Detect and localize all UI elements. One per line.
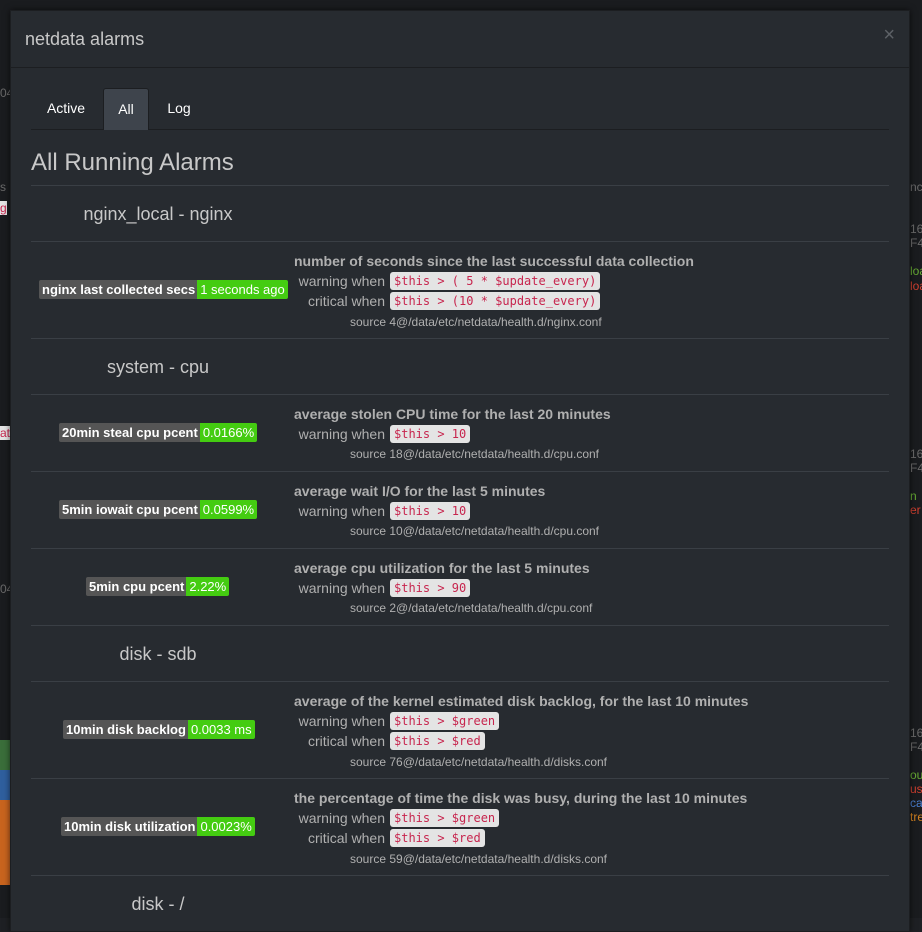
bg-fragment: er <box>910 503 921 517</box>
bg-fragment: s <box>0 180 6 194</box>
bg-fragment: nc <box>910 180 922 194</box>
badge-value: 0.0023% <box>197 817 255 836</box>
alarm-description: the percentage of time the disk was busy… <box>294 790 748 806</box>
tab-all[interactable]: All <box>103 88 149 130</box>
alarm-source: source 76@/data/etc/netdata/health.d/dis… <box>350 755 608 769</box>
divider <box>31 548 889 549</box>
divider <box>31 185 889 186</box>
group-title-nginx: nginx_local - nginx <box>83 204 233 224</box>
badge-value: 0.0166% <box>199 423 258 442</box>
alarm-source: source 59@/data/etc/netdata/health.d/dis… <box>350 852 608 866</box>
tab-log[interactable]: Log <box>159 88 199 129</box>
bg-fragment: loa <box>910 279 922 293</box>
critical-expression: $this > $red <box>390 732 485 750</box>
bg-fragment: g <box>0 201 7 215</box>
bg-chart-band <box>0 800 10 885</box>
warning-label: warning when <box>298 580 385 596</box>
bg-fragment: F4 <box>910 236 922 250</box>
bg-fragment: 16/ <box>910 726 922 740</box>
tab-active[interactable]: Active <box>31 88 101 129</box>
close-icon[interactable]: × <box>883 25 895 45</box>
group-title-cpu: system - cpu <box>106 357 210 377</box>
badge-label: 20min steal cpu pcent <box>59 423 200 442</box>
divider <box>31 875 889 876</box>
badge-value: 1 seconds ago <box>197 280 288 299</box>
bg-fragment: 16/ <box>910 447 922 461</box>
bg-fragment: ca <box>910 796 922 810</box>
warning-label: warning when <box>298 503 385 519</box>
warning-expression: $this > $green <box>390 809 500 827</box>
alarm-badge[interactable]: 10min disk backlog 0.0033 ms <box>63 720 255 739</box>
badge-label: 5min iowait cpu pcent <box>59 500 200 519</box>
alarm-badge[interactable]: nginx last collected secs 1 seconds ago <box>39 280 288 299</box>
divider <box>31 338 889 339</box>
bg-fragment: us <box>910 782 922 796</box>
alarm-badge[interactable]: 10min disk utilization 0.0023% <box>61 817 255 836</box>
alarm-source: source 2@/data/etc/netdata/health.d/cpu.… <box>350 601 593 615</box>
divider <box>31 394 889 395</box>
warning-label: warning when <box>298 810 385 826</box>
warning-label: warning when <box>298 713 385 729</box>
bg-fragment: ou <box>910 768 922 782</box>
bg-fragment: loa <box>910 264 922 278</box>
warning-label: warning when <box>298 426 385 442</box>
bg-fragment: tre <box>910 810 922 824</box>
alarm-description: average cpu utilization for the last 5 m… <box>294 560 590 576</box>
modal-title: netdata alarms <box>25 29 145 49</box>
alarm-description: average of the kernel estimated disk bac… <box>294 693 749 709</box>
alarms-modal: netdata alarms × Active All Log All Runn… <box>10 10 910 932</box>
bg-fragment: F4 <box>910 461 922 475</box>
alarm-tabs: Active All Log <box>31 88 889 130</box>
critical-label: critical when <box>307 830 385 846</box>
critical-label: critical when <box>307 733 385 749</box>
badge-value: 2.22% <box>186 577 230 596</box>
bg-fragment: 16/ <box>910 222 922 236</box>
divider <box>31 625 889 626</box>
badge-label: 10min disk backlog <box>63 720 188 739</box>
warning-expression: $this > $green <box>390 712 500 730</box>
bg-fragment: n <box>910 489 917 503</box>
group-title-disk-sdb: disk - sdb <box>119 644 197 664</box>
warning-label: warning when <box>298 273 385 289</box>
divider <box>31 681 889 682</box>
critical-expression: $this > $red <box>390 829 485 847</box>
bg-chart-band <box>0 740 10 770</box>
alarm-description: average wait I/O for the last 5 minutes <box>294 483 546 499</box>
alarm-description: number of seconds since the last success… <box>294 253 694 269</box>
bg-fragment: at <box>0 426 11 440</box>
badge-value: 0.0599% <box>199 500 258 519</box>
warning-expression: $this > 10 <box>390 425 471 443</box>
alarm-badge[interactable]: 5min cpu pcent 2.22% <box>86 577 230 596</box>
group-title-disk-root: disk - / <box>131 894 185 914</box>
critical-label: critical when <box>307 293 385 309</box>
alarm-source: source 4@/data/etc/netdata/health.d/ngin… <box>350 315 602 329</box>
warning-expression: $this > 90 <box>390 579 471 597</box>
warning-expression: $this > 10 <box>390 502 471 520</box>
alarm-badge[interactable]: 5min iowait cpu pcent 0.0599% <box>59 500 258 519</box>
divider <box>31 241 889 242</box>
modal-header: netdata alarms × <box>11 11 909 68</box>
warning-expression: $this > ( 5 * $update_every) <box>390 272 601 290</box>
badge-label: 5min cpu pcent <box>86 577 187 596</box>
divider <box>31 778 889 779</box>
bg-chart-band <box>0 770 10 800</box>
alarm-description: average stolen CPU time for the last 20 … <box>294 406 611 422</box>
alarm-source: source 18@/data/etc/netdata/health.d/cpu… <box>350 447 600 461</box>
divider <box>31 471 889 472</box>
alarm-badge[interactable]: 20min steal cpu pcent 0.0166% <box>59 423 258 442</box>
critical-expression: $this > (10 * $update_every) <box>390 292 601 310</box>
badge-value: 0.0033 ms <box>187 720 255 739</box>
page-title: All Running Alarms <box>31 149 234 176</box>
badge-label: nginx last collected secs <box>39 280 198 299</box>
bg-fragment: F4 <box>910 740 922 754</box>
alarm-source: source 10@/data/etc/netdata/health.d/cpu… <box>350 524 600 538</box>
badge-label: 10min disk utilization <box>61 817 198 836</box>
